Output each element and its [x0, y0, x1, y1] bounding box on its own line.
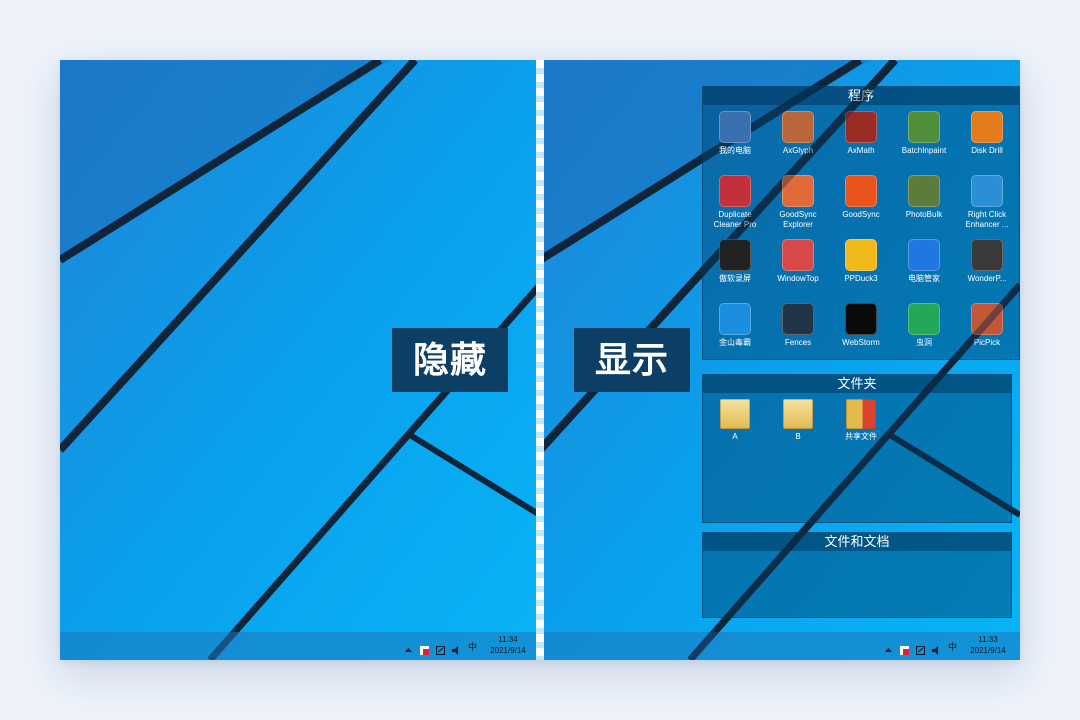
desktop-shortcut[interactable]: PPDuck3: [829, 239, 893, 284]
desktop-shortcut[interactable]: Disk Drill: [955, 111, 1019, 156]
security-icon[interactable]: [420, 642, 429, 655]
desktop-shortcut[interactable]: Duplicate Cleaner Pro: [703, 175, 767, 230]
desktop-shortcut[interactable]: WonderP...: [955, 239, 1019, 284]
shortcut-label: AxMath: [847, 146, 875, 155]
shortcut-label: 我的电脑: [719, 146, 751, 155]
duplicate-cleaner-icon: [719, 175, 751, 207]
label-hidden: 隐藏: [392, 328, 508, 392]
shared-folder-icon: [846, 399, 876, 429]
taskbar-right: 中 11:33 2021/9/14: [540, 632, 1020, 660]
shortcut-label: B: [795, 432, 801, 441]
tray-arrow-icon[interactable]: [404, 642, 413, 652]
shortcut-label: 共享文件: [845, 432, 877, 441]
label-shown: 显示: [574, 328, 690, 392]
batchinpaint-icon: [908, 111, 940, 143]
shortcut-label: 傲软录屏: [719, 274, 751, 283]
folder-shortcut[interactable]: B: [766, 399, 830, 442]
computer-icon: [719, 111, 751, 143]
desktop-shortcut[interactable]: PhotoBulk: [892, 175, 956, 220]
folder-shortcut[interactable]: A: [703, 399, 767, 442]
desktop-shortcut[interactable]: 虫洞: [892, 303, 956, 348]
tray-arrow-icon[interactable]: [884, 642, 893, 652]
taskbar-left: 中 11:34 2021/9/14: [60, 632, 540, 660]
wonderpen-icon: [971, 239, 1003, 271]
shortcut-label: PPDuck3: [844, 274, 878, 283]
webstorm-icon: [845, 303, 877, 335]
desktop-shortcut[interactable]: GoodSync Explorer: [766, 175, 830, 230]
ppduck-icon: [845, 239, 877, 271]
desktop-shortcut[interactable]: 电脑管家: [892, 239, 956, 284]
shortcut-label: Duplicate Cleaner Pro: [713, 210, 757, 229]
fence-folders[interactable]: 文件夹 A B 共享文件: [702, 374, 1012, 523]
wormhole-icon: [908, 303, 940, 335]
ime-indicator[interactable]: 中: [468, 640, 477, 653]
fence-title[interactable]: 程序: [703, 87, 1019, 105]
shortcut-label: 金山毒霸: [719, 338, 751, 347]
system-tray-right: 中: [884, 639, 957, 655]
clock-time: 11:33: [978, 635, 998, 644]
diskdrill-icon: [971, 111, 1003, 143]
right-click-enhancer-icon: [971, 175, 1003, 207]
picpick-icon: [971, 303, 1003, 335]
folder-icon: [783, 399, 813, 429]
desktop-shortcut[interactable]: 我的电脑: [703, 111, 767, 156]
desktop-shortcut[interactable]: WindowTop: [766, 239, 830, 284]
shortcut-label: WonderP...: [967, 274, 1007, 283]
desktop-shortcut[interactable]: 金山毒霸: [703, 303, 767, 348]
shortcut-label: Fences: [784, 338, 812, 347]
goodsync-icon: [845, 175, 877, 207]
fence-title[interactable]: 文件夹: [703, 375, 1011, 393]
fence-title[interactable]: 文件和文档: [703, 533, 1011, 551]
shortcut-label: A: [732, 432, 738, 441]
photobulk-icon: [908, 175, 940, 207]
desktop-shortcut[interactable]: PicPick: [955, 303, 1019, 348]
security-icon[interactable]: [900, 642, 909, 655]
axmath-icon: [845, 111, 877, 143]
pc-manager-icon: [908, 239, 940, 271]
shortcut-label: AxGlyph: [782, 146, 814, 155]
network-icon[interactable]: [916, 642, 925, 655]
desktop-shortcut[interactable]: BatchInpaint: [892, 111, 956, 156]
comparison-frame: 中 11:34 2021/9/14 程序 我的电脑 AxGlyph AxMath…: [60, 60, 1020, 660]
shortcut-label: GoodSync: [842, 210, 880, 219]
shortcut-label: WindowTop: [777, 274, 819, 283]
split-divider: [536, 60, 544, 660]
clock-left[interactable]: 11:34 2021/9/14: [478, 634, 538, 656]
axglyph-icon: [782, 111, 814, 143]
clock-date: 2021/9/14: [970, 646, 1006, 655]
folder-shortcut[interactable]: 共享文件: [829, 399, 893, 442]
fence-documents[interactable]: 文件和文档: [702, 532, 1012, 618]
desktop-shortcut[interactable]: Right Click Enhancer ...: [955, 175, 1019, 230]
ime-indicator[interactable]: 中: [948, 640, 957, 653]
desktop-shortcut[interactable]: 傲软录屏: [703, 239, 767, 284]
screen-recorder-icon: [719, 239, 751, 271]
desktop-shortcut[interactable]: GoodSync: [829, 175, 893, 220]
duba-icon: [719, 303, 751, 335]
desktop-shortcut[interactable]: AxGlyph: [766, 111, 830, 156]
shortcut-label: 虫洞: [916, 338, 932, 347]
shortcut-label: PicPick: [973, 338, 1001, 347]
goodsync-explorer-icon: [782, 175, 814, 207]
volume-icon[interactable]: [932, 642, 941, 655]
shortcut-label: GoodSync Explorer: [779, 210, 817, 229]
system-tray-left: 中: [404, 639, 477, 655]
shortcut-label: WebStorm: [842, 338, 880, 347]
network-icon[interactable]: [436, 642, 445, 655]
desktop-shortcut[interactable]: AxMath: [829, 111, 893, 156]
windowtop-icon: [782, 239, 814, 271]
clock-time: 11:34: [498, 635, 518, 644]
clock-date: 2021/9/14: [490, 646, 526, 655]
fences-icon: [782, 303, 814, 335]
desktop-shortcut[interactable]: Fences: [766, 303, 830, 348]
shortcut-label: BatchInpaint: [901, 146, 947, 155]
fence-programs[interactable]: 程序 我的电脑 AxGlyph AxMath BatchInpaint Disk Dri…: [702, 86, 1020, 360]
shortcut-label: PhotoBulk: [905, 210, 943, 219]
shortcut-label: Right Click Enhancer ...: [965, 210, 1009, 229]
shortcut-label: 电脑管家: [908, 274, 940, 283]
folder-icon: [720, 399, 750, 429]
volume-icon[interactable]: [452, 642, 461, 655]
clock-right[interactable]: 11:33 2021/9/14: [958, 634, 1018, 656]
shortcut-label: Disk Drill: [971, 146, 1003, 155]
desktop-shortcut[interactable]: WebStorm: [829, 303, 893, 348]
